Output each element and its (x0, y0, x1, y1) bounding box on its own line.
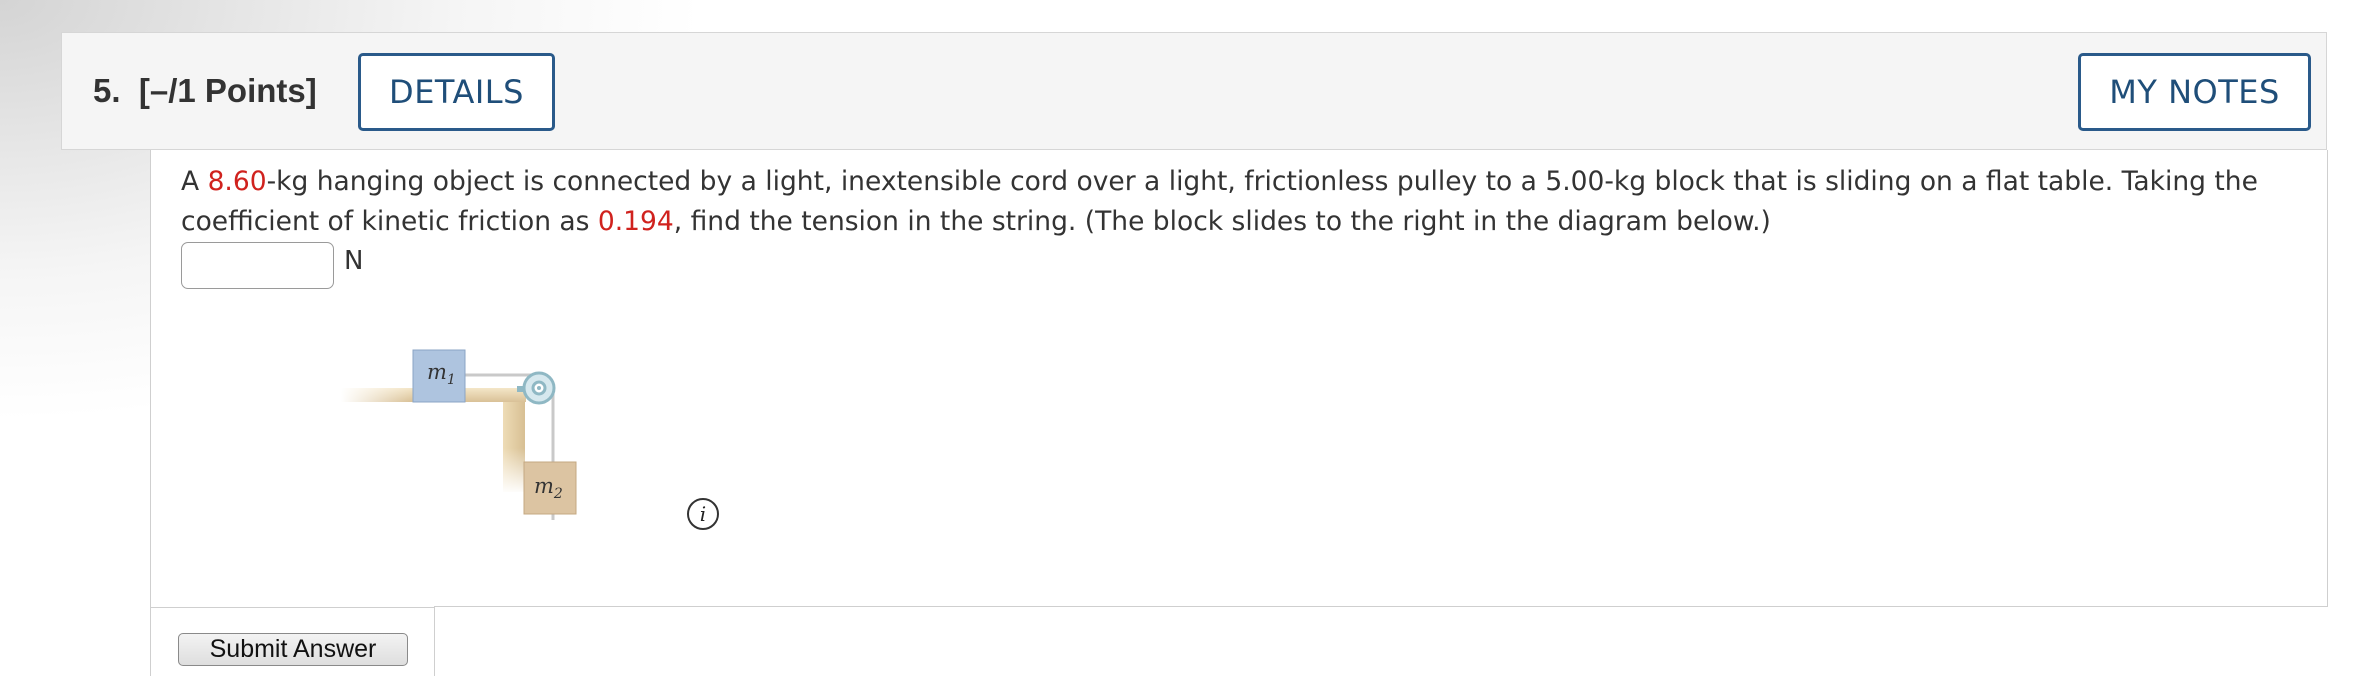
question-body: A 8.60-kg hanging object is connected by… (150, 150, 2328, 608)
question-header: 5. [–/1 Points] DETAILS MY NOTES (61, 32, 2327, 150)
answer-input[interactable] (181, 242, 334, 289)
submit-answer-button[interactable]: Submit Answer (178, 633, 408, 666)
friction-coefficient-value: 0.194 (597, 206, 674, 237)
points-label: [–/1 Points] (138, 72, 317, 109)
question-title: 5. [–/1 Points] (93, 72, 317, 110)
question-number: 5. (93, 72, 121, 109)
block-m2-graphic: m2 (523, 461, 577, 515)
panel-left-border (150, 608, 151, 676)
feedback-area (434, 606, 2328, 676)
mass-value: 8.60 (207, 166, 267, 197)
page: 5. [–/1 Points] DETAILS MY NOTES A 8.60-… (0, 0, 2360, 676)
my-notes-button[interactable]: MY NOTES (2078, 53, 2311, 131)
unit-label: N (344, 246, 364, 276)
info-icon[interactable]: i (687, 498, 719, 530)
details-button[interactable]: DETAILS (358, 53, 555, 131)
question-text: A 8.60-kg hanging object is connected by… (181, 166, 2258, 237)
